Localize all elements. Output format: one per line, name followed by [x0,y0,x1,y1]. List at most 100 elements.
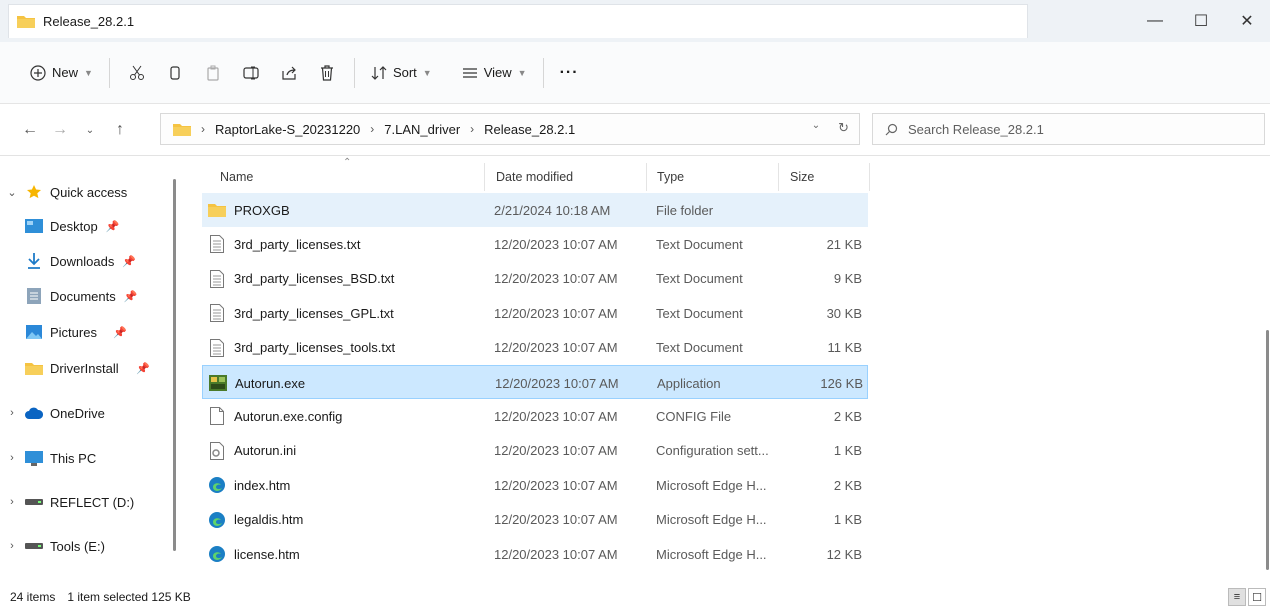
column-divider[interactable] [778,163,779,191]
file-row[interactable]: Autorun.exe 12/20/2023 10:07 AM Applicatio… [202,365,868,399]
address-bar[interactable]: › RaptorLake-S_20231220 › 7.LAN_driver ›… [160,113,860,145]
breadcrumb-chevron-icon: › [470,122,475,136]
paste-icon [207,65,219,81]
new-button[interactable]: New ▼ [22,57,101,89]
file-row[interactable]: 3rd_party_licenses_GPL.txt 12/20/2023 10:… [202,296,868,330]
copy-icon [170,65,180,80]
chevron-down-icon: ▼ [517,67,527,78]
file-size: 11 KB [827,340,862,356]
minimize-button[interactable]: — [1132,0,1178,42]
sort-label: Sort [392,65,417,80]
sidebar-item-label: REFLECT (D:) [50,494,135,510]
tiles-view-icon[interactable]: ☐ [1248,588,1266,606]
chevron-down-icon: ▼ [422,67,432,78]
expand-chevron-icon[interactable]: › [0,452,24,464]
breadcrumb-item[interactable]: RaptorLake-S_20231220 [215,122,360,137]
sidebar-item-quick-access[interactable]: ⌄ Quick access [0,177,127,207]
file-row[interactable]: 3rd_party_licenses.txt 12/20/2023 10:07 A… [202,227,868,261]
view-button[interactable]: View ▼ [454,57,535,89]
sidebar-item-label: DriverInstall [50,360,119,376]
file-row[interactable]: Autorun.ini 12/20/2023 10:07 AM Configurat… [202,434,868,468]
file-type: Microsoft Edge H... [656,546,767,562]
file-name-cell: Autorun.exe.config [208,399,488,433]
window-tab[interactable]: Release_28.2.1 [8,4,1028,38]
column-header-type[interactable]: Type [657,163,777,191]
forward-button[interactable]: → [46,115,74,145]
file-row[interactable]: Autorun.exe.config 12/20/2023 10:07 AM CON… [202,399,868,433]
sort-button[interactable]: Sort ▼ [363,57,440,89]
rename-button[interactable] [232,57,270,89]
window-controls: — ☐ ✕ [1132,0,1270,42]
recent-locations-button[interactable]: ⌄ [76,115,104,145]
back-button[interactable]: ← [16,115,44,145]
command-bar: New ▼ Sort ▼ View ▼ ··· [0,42,1270,104]
file-name-cell: 3rd_party_licenses_GPL.txt [208,296,488,330]
paste-button[interactable] [194,57,232,89]
monitor-icon [24,450,44,466]
sidebar-item-downloads[interactable]: Downloads 📌 [0,246,136,276]
sidebar-item-label: Pictures [50,324,97,340]
file-list-scrollbar[interactable] [1266,330,1269,570]
expand-chevron-icon[interactable]: › [0,496,24,508]
expand-chevron-icon[interactable]: › [0,407,24,419]
file-type: Text Document [656,271,743,287]
toolbar-divider [353,57,355,88]
column-divider[interactable] [869,163,870,191]
sidebar-item-tools-e[interactable]: › Tools (E:) [0,531,105,561]
file-row[interactable]: 3rd_party_licenses_BSD.txt 12/20/2023 10:… [202,262,868,296]
maximize-button[interactable]: ☐ [1178,0,1224,42]
delete-button[interactable] [308,57,346,89]
file-row[interactable]: index.htm 12/20/2023 10:07 AM Microsoft Ed… [202,468,868,502]
navigation-pane: ⌄ Quick access Desktop 📌 Downloads 📌 Doc… [0,157,190,587]
cut-button[interactable] [118,57,156,89]
sidebar-item-label: Tools (E:) [50,538,105,554]
share-button[interactable] [270,57,308,89]
search-input[interactable]: Search Release_28.2.1 [872,113,1265,145]
selection-info: 1 item selected 125 KB [67,590,191,604]
file-type: Microsoft Edge H... [656,477,767,493]
file-row[interactable]: 3rd_party_licenses_tools.txt 12/20/2023 1… [202,331,868,365]
pin-icon: 📌 [136,362,150,375]
column-divider[interactable] [484,163,485,191]
sidebar-item-this-pc[interactable]: › This PC [0,443,96,473]
file-date: 12/20/2023 10:07 AM [494,236,618,252]
refresh-icon[interactable]: ↻ [838,120,849,136]
address-history-chevron-icon[interactable]: ⌄ [812,120,820,136]
file-type: Text Document [656,340,743,356]
column-header-name[interactable]: Name [220,163,490,191]
column-header-size[interactable]: Size [790,163,860,191]
file-row[interactable]: license.htm 12/20/2023 10:07 AM Microsoft … [202,537,868,571]
text-file-icon [208,338,226,357]
sidebar-scrollbar[interactable] [173,179,176,551]
sidebar-item-desktop[interactable]: Desktop 📌 [0,211,119,241]
file-type: Configuration sett... [656,443,769,459]
file-date: 12/20/2023 10:07 AM [494,271,618,287]
column-header-date[interactable]: Date modified [496,163,646,191]
file-name-cell: 3rd_party_licenses.txt [208,227,488,261]
file-date: 12/20/2023 10:07 AM [494,305,618,321]
sidebar-item-label: Quick access [50,184,128,200]
sidebar-item-pictures[interactable]: Pictures 📌 [0,317,127,347]
breadcrumb-item[interactable]: Release_28.2.1 [484,122,575,137]
expand-chevron-icon[interactable]: ⌄ [0,186,24,199]
details-view-icon[interactable]: ≡ [1228,588,1246,606]
title-bar: Release_28.2.1 — ☐ ✕ [0,0,1270,42]
sidebar-item-driverinstall[interactable]: DriverInstall 📌 [0,353,150,383]
sidebar-item-onedrive[interactable]: › OneDrive [0,398,105,428]
rename-icon [243,66,259,79]
expand-chevron-icon[interactable]: › [0,540,24,552]
close-button[interactable]: ✕ [1224,0,1270,42]
sidebar-item-documents[interactable]: Documents 📌 [0,281,137,311]
more-options-button[interactable]: ··· [552,57,587,89]
copy-button[interactable] [156,57,194,89]
file-row[interactable]: PROXGB 2/21/2024 10:18 AM File folder [202,193,868,227]
pin-icon: 📌 [112,326,127,339]
file-size: 1 KB [833,443,862,459]
drive-icon [24,494,44,510]
file-row[interactable]: legaldis.htm 12/20/2023 10:07 AM Microsoft… [202,503,868,537]
window-title: Release_28.2.1 [43,14,135,29]
up-button[interactable]: ↑ [106,115,134,145]
breadcrumb-item[interactable]: 7.LAN_driver [384,122,460,137]
column-divider[interactable] [646,163,647,191]
sidebar-item-reflect-d[interactable]: › REFLECT (D:) [0,487,134,517]
